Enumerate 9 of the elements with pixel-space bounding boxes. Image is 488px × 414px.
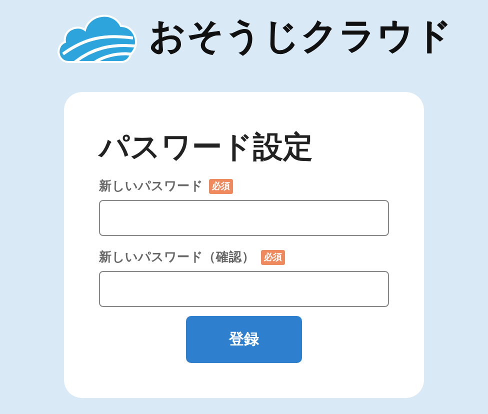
field-label: 新しいパスワード（確認） [99, 249, 255, 266]
page-title: パスワード設定 [99, 129, 314, 167]
password-field[interactable] [99, 200, 389, 236]
register-button[interactable]: 登録 [186, 316, 302, 363]
field-label: 新しいパスワード [99, 178, 203, 195]
required-badge: 必須 [261, 250, 285, 265]
password-field[interactable] [99, 271, 389, 307]
logo-text: おそうじクラウド [149, 14, 453, 58]
required-badge: 必須 [209, 179, 233, 194]
